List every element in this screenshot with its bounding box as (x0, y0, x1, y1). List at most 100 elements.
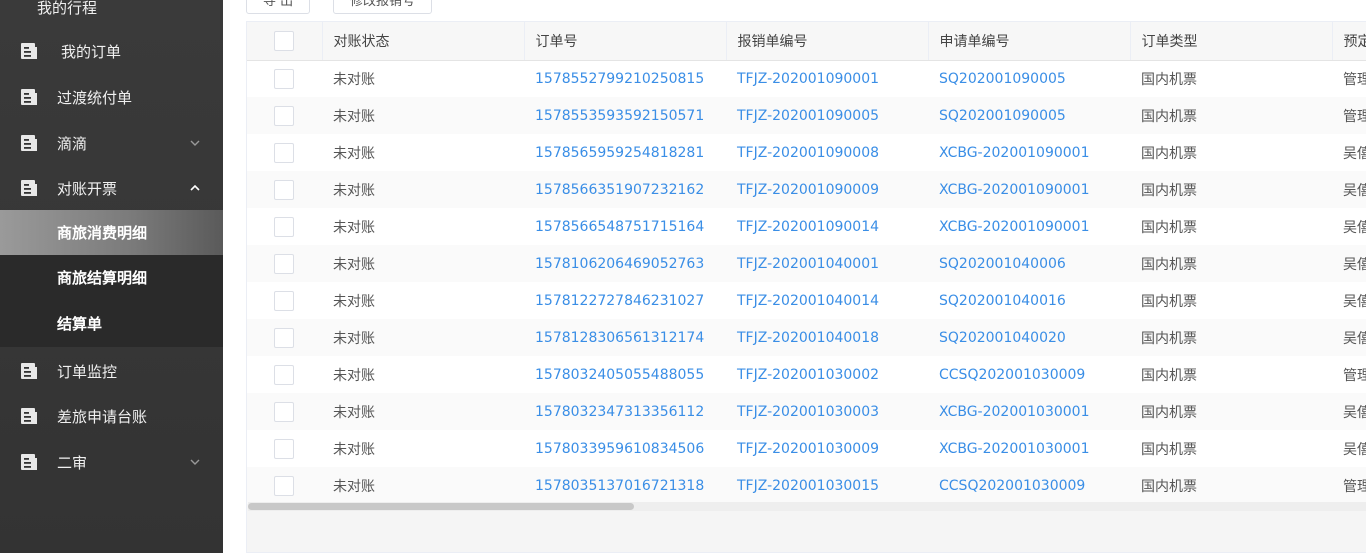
table-row[interactable]: 未对账 1578033959610834506 TFJZ-202001030009 X… (247, 430, 1366, 467)
table-row[interactable]: 未对账 1578035137016721318 TFJZ-202001030015 C… (247, 467, 1366, 504)
sidebar-subitem-consumption-detail[interactable]: 商旅消费明细 (0, 210, 223, 255)
sidebar-item-label: 对账开票 (57, 179, 118, 198)
order-number-link[interactable]: 1578106206469052763 (524, 245, 726, 282)
row-checkbox[interactable] (274, 68, 294, 89)
order-number-link[interactable]: 1578035137016721318 (524, 467, 726, 504)
status-cell: 未对账 (333, 367, 375, 384)
select-all-checkbox[interactable] (274, 30, 294, 51)
reimbursement-number-link[interactable]: TFJZ-202001040001 (726, 245, 928, 282)
application-number-link[interactable]: SQ202001040006 (928, 245, 1130, 282)
application-number-link[interactable]: XCBG-202001090001 (928, 208, 1130, 245)
order-number-link[interactable]: 1578553593592150571 (524, 97, 726, 134)
export-button[interactable]: 导 出 (246, 0, 311, 14)
row-checkbox[interactable] (274, 401, 294, 422)
status-cell: 未对账 (333, 441, 375, 458)
reimbursement-number-link[interactable]: TFJZ-202001030015 (726, 467, 928, 504)
reimbursement-number-link[interactable]: TFJZ-202001090009 (726, 171, 928, 208)
sidebar-subitem-label: 商旅消费明细 (57, 224, 148, 242)
column-header[interactable]: 对账状态 (322, 22, 525, 61)
row-checkbox-cell (247, 430, 322, 467)
application-number-link[interactable]: SQ202001040016 (928, 282, 1130, 319)
reimbursement-number-link[interactable]: TFJZ-202001090008 (726, 134, 928, 171)
order-number-link[interactable]: 1578032347313356112 (524, 393, 726, 430)
column-header[interactable]: 申请单编号 (928, 22, 1131, 61)
row-checkbox[interactable] (274, 364, 294, 385)
doc-icon (21, 454, 37, 470)
column-header[interactable]: 订单号 (524, 22, 727, 61)
application-number-link[interactable]: XCBG-202001030001 (928, 430, 1130, 467)
column-header[interactable]: 订单类型 (1130, 22, 1333, 61)
edit-reimbursement-button[interactable]: 修改报销号 (333, 0, 433, 14)
sidebar-item-second-review[interactable]: 二审 (0, 439, 223, 485)
row-checkbox[interactable] (274, 105, 294, 126)
application-number-link[interactable]: SQ202001040020 (928, 319, 1130, 356)
column-header[interactable]: 预定 (1332, 22, 1366, 61)
reimbursement-number-link[interactable]: TFJZ-202001040014 (726, 282, 928, 319)
horizontal-scrollbar[interactable] (248, 502, 1366, 511)
table-row[interactable]: 未对账 1578032347313356112 TFJZ-202001030003 X… (247, 393, 1366, 430)
row-checkbox[interactable] (274, 290, 294, 311)
table-row[interactable]: 未对账 1578552799210250815 TFJZ-202001090001 S… (247, 60, 1366, 97)
row-checkbox[interactable] (274, 216, 294, 237)
table-row[interactable]: 未对账 1578566351907232162 TFJZ-202001090009 X… (247, 171, 1366, 208)
reimbursement-number-link[interactable]: TFJZ-202001040018 (726, 319, 928, 356)
order-number-link[interactable]: 1578122727846231027 (524, 282, 726, 319)
order-number-link[interactable]: 1578566548751715164 (524, 208, 726, 245)
application-number-link[interactable]: XCBG-202001090001 (928, 134, 1130, 171)
row-checkbox-cell (247, 245, 322, 282)
table-header-row: 对账状态 订单号 报销单编号 申请单编号 订单类型 预定 (247, 22, 1366, 61)
order-type-cell: 国内机票 (1130, 319, 1332, 356)
reimbursement-number-link[interactable]: TFJZ-202001090014 (726, 208, 928, 245)
order-number-link[interactable]: 1578565959254818281 (524, 134, 726, 171)
order-number-link[interactable]: 1578033959610834506 (524, 430, 726, 467)
table-row[interactable]: 未对账 1578122727846231027 TFJZ-202001040014 S… (247, 282, 1366, 319)
application-number-link[interactable]: SQ202001090005 (928, 60, 1130, 97)
sidebar-subitem-settlement-detail[interactable]: 商旅结算明细 (0, 255, 223, 300)
order-type-cell: 国内机票 (1141, 367, 1197, 384)
application-number-link[interactable]: XCBG-202001090001 (928, 171, 1130, 208)
reimbursement-number-link[interactable]: TFJZ-202001090001 (726, 60, 928, 97)
table-row[interactable]: 未对账 1578553593592150571 TFJZ-202001090005 S… (247, 97, 1366, 134)
column-header[interactable]: 报销单编号 (726, 22, 929, 61)
table-row[interactable]: 未对账 1578565959254818281 TFJZ-202001090008 X… (247, 134, 1366, 171)
sidebar-subitem-statement[interactable]: 结算单 (0, 300, 223, 347)
reimbursement-number-link[interactable]: TFJZ-202001030009 (726, 430, 928, 467)
sidebar-item-my-trips[interactable]: 我的行程 (0, 0, 223, 30)
application-number-link[interactable]: SQ202001090005 (928, 97, 1130, 134)
sidebar-item-my-orders[interactable]: 我的订单 (0, 28, 223, 74)
table-row[interactable]: 未对账 1578566548751715164 TFJZ-202001090014 X… (247, 208, 1366, 245)
application-number-link[interactable]: CCSQ202001030009 (928, 467, 1130, 504)
booker-cell: 吴僖 (1343, 293, 1366, 310)
row-checkbox[interactable] (274, 142, 294, 163)
reimbursement-number-link[interactable]: TFJZ-202001090005 (726, 97, 928, 134)
table-row[interactable]: 未对账 1578128306561312174 TFJZ-202001040018 S… (247, 319, 1366, 356)
row-checkbox[interactable] (274, 475, 294, 496)
sidebar-item-label: 差旅申请台账 (57, 407, 148, 426)
table-row[interactable]: 未对账 1578032405055488055 TFJZ-202001030002 C… (247, 356, 1366, 393)
row-checkbox[interactable] (274, 438, 294, 459)
sidebar-item-label: 过渡统付单 (57, 88, 133, 107)
sidebar-item-transition-payment[interactable]: 过渡统付单 (0, 74, 223, 120)
order-number-link[interactable]: 1578128306561312174 (524, 319, 726, 356)
order-number-link[interactable]: 1578552799210250815 (524, 60, 726, 97)
row-checkbox-cell (247, 208, 322, 245)
application-number-link[interactable]: XCBG-202001030001 (928, 393, 1130, 430)
sidebar-item-order-monitor[interactable]: 订单监控 (0, 348, 223, 394)
reimbursement-number-link[interactable]: TFJZ-202001030003 (726, 393, 928, 430)
sidebar-item-reconciliation[interactable]: 对账开票 (0, 165, 223, 211)
table-row[interactable]: 未对账 1578106206469052763 TFJZ-202001040001 S… (247, 245, 1366, 282)
order-number-link[interactable]: 1578566351907232162 (524, 171, 726, 208)
sidebar-item-didi[interactable]: 滴滴 (0, 120, 223, 166)
booker-cell: 吴僖 (1332, 393, 1366, 430)
order-type-cell: 国内机票 (1141, 293, 1197, 310)
row-checkbox-cell (247, 282, 322, 319)
application-number-link[interactable]: CCSQ202001030009 (928, 356, 1130, 393)
row-checkbox[interactable] (274, 253, 294, 274)
row-checkbox[interactable] (274, 179, 294, 200)
order-number-link[interactable]: 1578032405055488055 (524, 356, 726, 393)
sidebar-item-travel-ledger[interactable]: 差旅申请台账 (0, 393, 223, 439)
booker-cell: 吴僖 (1343, 219, 1366, 236)
row-checkbox[interactable] (274, 327, 294, 348)
reimbursement-number-link[interactable]: TFJZ-202001030002 (726, 356, 928, 393)
scrollbar-thumb[interactable] (248, 503, 634, 510)
